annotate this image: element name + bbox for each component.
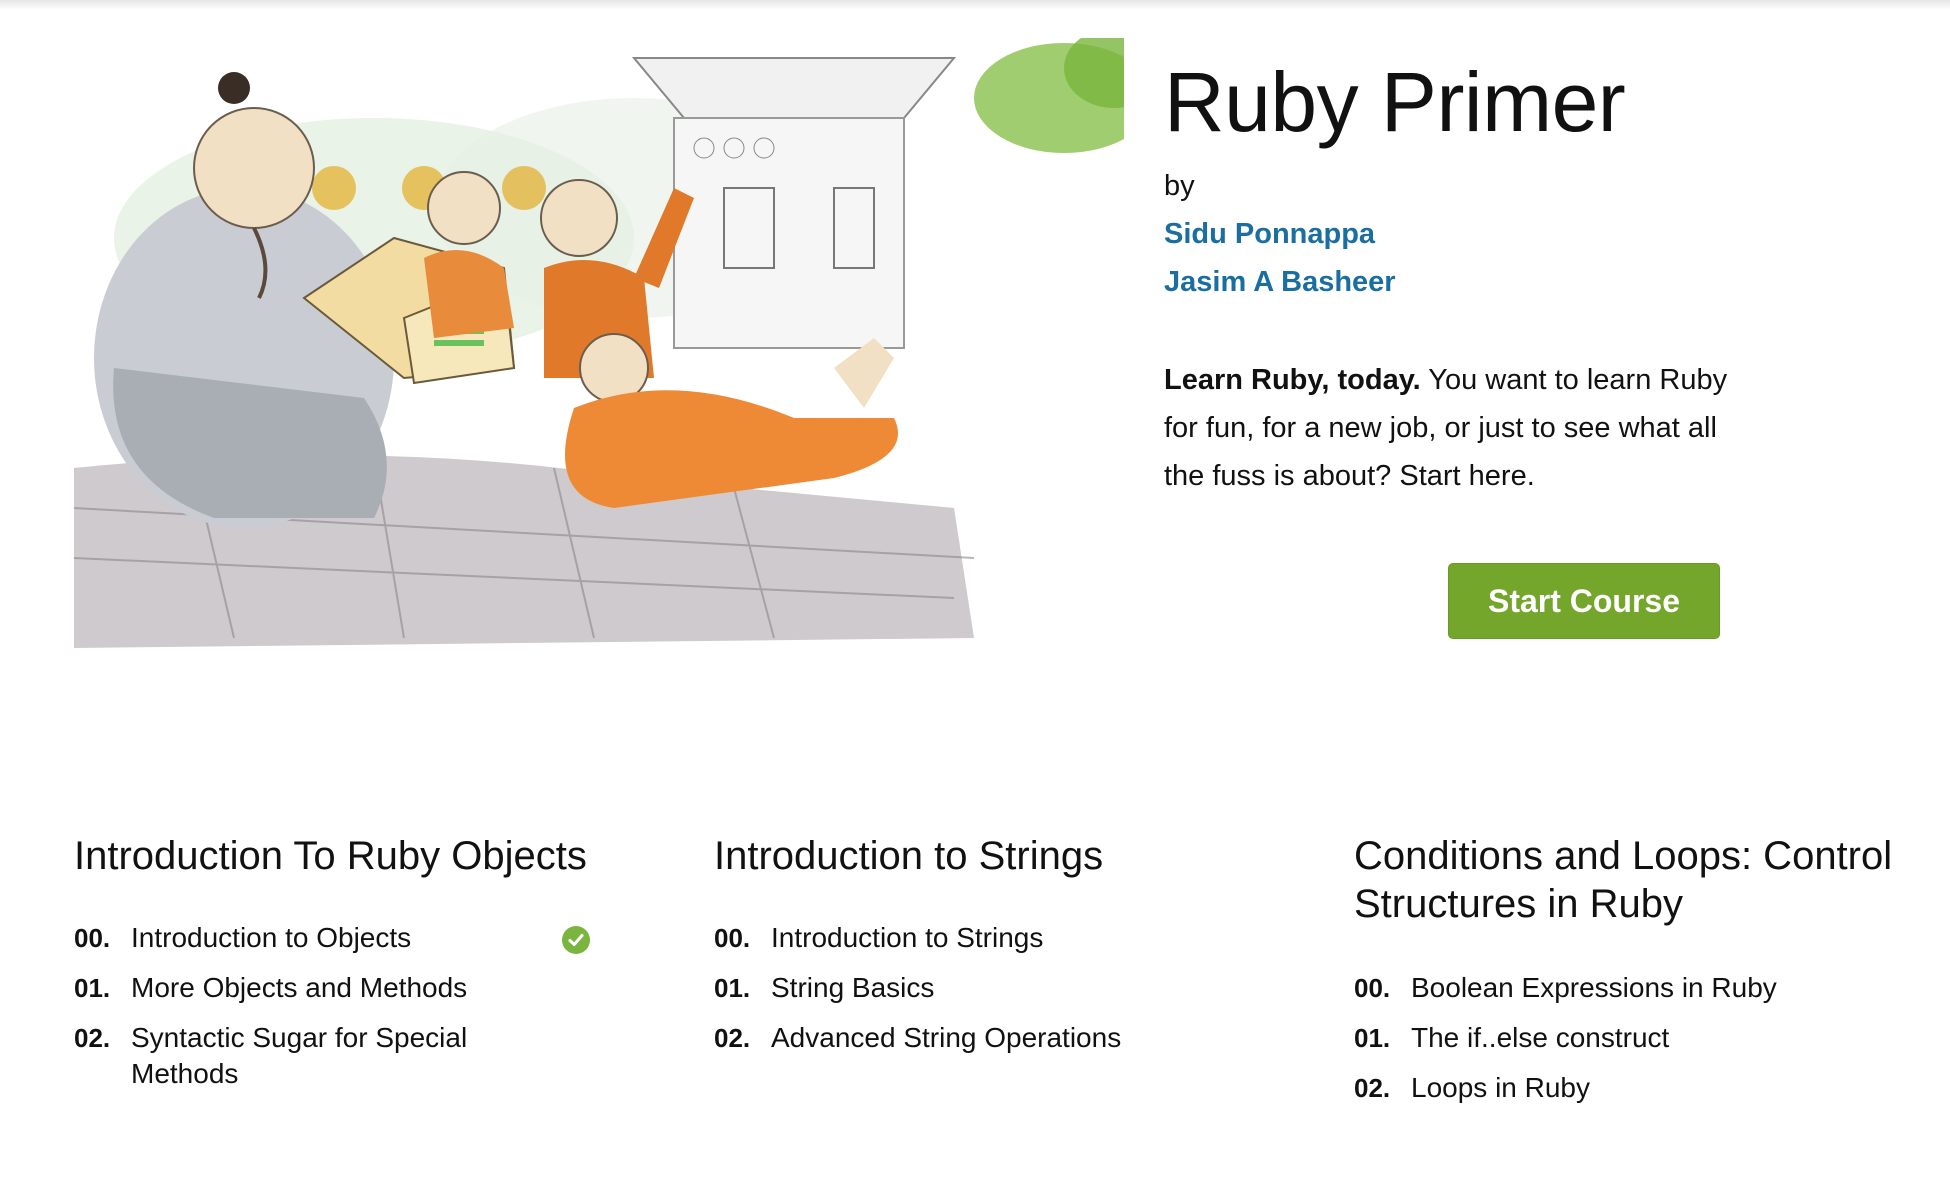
lesson-item[interactable]: 01. String Basics bbox=[714, 970, 1304, 1006]
lesson-link[interactable]: Introduction to Strings bbox=[771, 920, 1171, 956]
lesson-number: 00. bbox=[714, 923, 751, 953]
lesson-link[interactable]: Loops in Ruby bbox=[1411, 1070, 1811, 1106]
chapter-title: Introduction to Strings bbox=[714, 834, 1104, 878]
lesson-item[interactable]: 01. More Objects and Methods bbox=[74, 970, 664, 1006]
lesson-item[interactable]: 00. Boolean Expressions in Ruby bbox=[1354, 970, 1944, 1006]
lesson-link[interactable]: String Basics bbox=[771, 970, 1171, 1006]
chapter-column: Conditions and Loops: Control Structures… bbox=[1354, 832, 1944, 1120]
lesson-link[interactable]: More Objects and Methods bbox=[131, 970, 531, 1006]
lesson-list: 00. Introduction to Objects 01. More Obj… bbox=[74, 920, 664, 1092]
course-description-lead: Learn Ruby, today. bbox=[1164, 364, 1421, 396]
chapter-title: Conditions and Loops: Control Structures… bbox=[1354, 834, 1893, 926]
lesson-list: 00. Introduction to Strings 01. String B… bbox=[714, 920, 1304, 1056]
lesson-number: 01. bbox=[74, 973, 111, 1003]
lesson-item[interactable]: 00. Introduction to Strings bbox=[714, 920, 1304, 956]
course-title: Ruby Primer bbox=[1164, 55, 1626, 149]
start-course-button[interactable]: Start Course bbox=[1448, 563, 1720, 639]
chapter-title: Introduction To Ruby Objects bbox=[74, 834, 587, 878]
course-description: Learn Ruby, today. You want to learn Rub… bbox=[1164, 356, 1764, 500]
by-label: by bbox=[1164, 170, 1195, 202]
lesson-number: 02. bbox=[1354, 1073, 1391, 1103]
lesson-link[interactable]: Introduction to Objects bbox=[131, 920, 531, 956]
lesson-item[interactable]: 00. Introduction to Objects bbox=[74, 920, 664, 956]
checkmark-circle-icon bbox=[562, 926, 590, 954]
lesson-link[interactable]: Syntactic Sugar for Special Methods bbox=[131, 1020, 531, 1092]
chapter-column: Introduction To Ruby Objects 00. Introdu… bbox=[74, 832, 664, 1106]
course-illustration bbox=[74, 38, 1124, 674]
top-shadow bbox=[0, 0, 1950, 10]
lesson-link[interactable]: The if..else construct bbox=[1411, 1020, 1811, 1056]
lesson-number: 02. bbox=[714, 1023, 751, 1053]
lesson-number: 01. bbox=[1354, 1023, 1391, 1053]
lesson-link[interactable]: Boolean Expressions in Ruby bbox=[1411, 970, 1811, 1006]
author-link-sidu-ponnappa[interactable]: Sidu Ponnappa bbox=[1164, 218, 1375, 251]
lesson-item[interactable]: 01. The if..else construct bbox=[1354, 1020, 1944, 1056]
lesson-number: 00. bbox=[1354, 973, 1391, 1003]
lesson-item[interactable]: 02. Loops in Ruby bbox=[1354, 1070, 1944, 1106]
lesson-item[interactable]: 02. Syntactic Sugar for Special Methods bbox=[74, 1020, 664, 1092]
lesson-number: 00. bbox=[74, 923, 111, 953]
lesson-link[interactable]: Advanced String Operations bbox=[771, 1020, 1171, 1056]
chapter-column: Introduction to Strings 00. Introduction… bbox=[714, 832, 1304, 1070]
lesson-number: 02. bbox=[74, 1023, 111, 1053]
lesson-item[interactable]: 02. Advanced String Operations bbox=[714, 1020, 1304, 1056]
lesson-list: 00. Boolean Expressions in Ruby 01. The … bbox=[1354, 970, 1944, 1106]
lesson-number: 01. bbox=[714, 973, 751, 1003]
author-link-jasim-a-basheer[interactable]: Jasim A Basheer bbox=[1164, 266, 1396, 299]
